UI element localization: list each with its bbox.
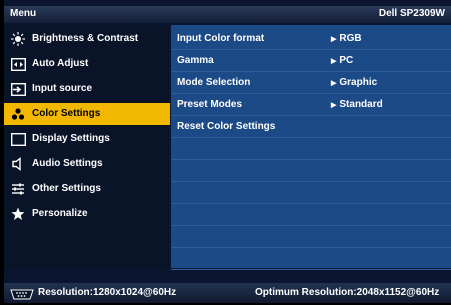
menu-item-input-source[interactable]: Input source [4,78,170,100]
menu-item-other-settings[interactable]: Other Settings [4,178,170,200]
empty-row [171,226,451,248]
setting-value: ▶ PC [331,55,353,66]
menu-item-brightness-contrast[interactable]: Brightness & Contrast [4,28,170,50]
arrow-right-icon: ▶ [331,58,337,65]
menu-item-color-settings[interactable]: Color Settings [4,103,170,125]
arrow-right-icon: ▶ [331,102,337,109]
setting-label: Preset Modes [177,99,243,110]
osd-screen: Menu Dell SP2309W Brightness & Contrast … [0,0,451,303]
setting-value: ▶ Graphic [331,77,377,88]
arrow-right-icon: ▶ [331,80,337,87]
menu-item-label: Input source [32,83,93,94]
input-source-icon [10,81,26,97]
menu-item-personalize[interactable]: Personalize [4,203,170,225]
setting-preset-modes[interactable]: Preset Modes ▶ Standard [171,94,451,116]
menu-item-label: Brightness & Contrast [32,33,139,44]
status-footer: Resolution:1280x1024@60Hz Optimum Resolu… [4,283,451,303]
empty-row [171,248,451,270]
menu-title: Menu [10,8,37,19]
menu-item-audio-settings[interactable]: Audio Settings [4,153,170,175]
menu-item-display-settings[interactable]: Display Settings [4,128,170,150]
setting-reset-color-settings[interactable]: Reset Color Settings [171,116,451,138]
setting-value-text: Standard [339,99,383,110]
empty-row [171,204,451,226]
osd-header: Menu Dell SP2309W [4,6,451,23]
menu-item-label: Color Settings [32,108,101,119]
setting-value-text: Graphic [339,77,378,88]
menu-item-auto-adjust[interactable]: Auto Adjust [4,53,170,75]
setting-value: ▶ Standard [331,99,383,110]
setting-value-text: PC [339,55,354,66]
setting-label: Mode Selection [177,77,251,88]
optimum-resolution: Optimum Resolution:2048x1152@60Hz [255,287,440,298]
current-resolution: Resolution:1280x1024@60Hz [38,287,177,298]
setting-input-color-format[interactable]: Input Color format ▶ RGB [171,28,451,50]
sliders-icon [10,181,26,197]
vga-connector-icon [10,287,34,300]
menu-item-label: Personalize [32,208,88,219]
menu-item-label: Other Settings [32,183,101,194]
setting-value: ▶ RGB [331,33,362,44]
setting-gamma[interactable]: Gamma ▶ PC [171,50,451,72]
empty-row [171,138,451,160]
auto-adjust-icon [10,56,26,72]
menu-item-label: Display Settings [32,133,110,144]
main-menu: Brightness & Contrast Auto Adjust Input … [4,25,170,268]
brightness-icon [10,31,26,47]
model-name: Dell SP2309W [378,8,445,19]
color-settings-icon [10,106,26,122]
setting-value-text: RGB [339,33,362,44]
arrow-right-icon: ▶ [331,36,337,43]
display-icon [10,131,26,147]
speaker-icon [10,156,26,172]
setting-label: Input Color format [177,33,265,44]
menu-item-label: Auto Adjust [32,58,89,69]
setting-label: Reset Color Settings [177,121,276,132]
color-settings-panel: Input Color format ▶ RGB Gamma ▶ PC Mode S… [171,25,451,270]
setting-mode-selection[interactable]: Mode Selection ▶ Graphic [171,72,451,94]
setting-label: Gamma [177,55,214,66]
menu-item-label: Audio Settings [32,158,103,169]
empty-row [171,160,451,182]
star-icon [10,206,26,222]
empty-row [171,182,451,204]
